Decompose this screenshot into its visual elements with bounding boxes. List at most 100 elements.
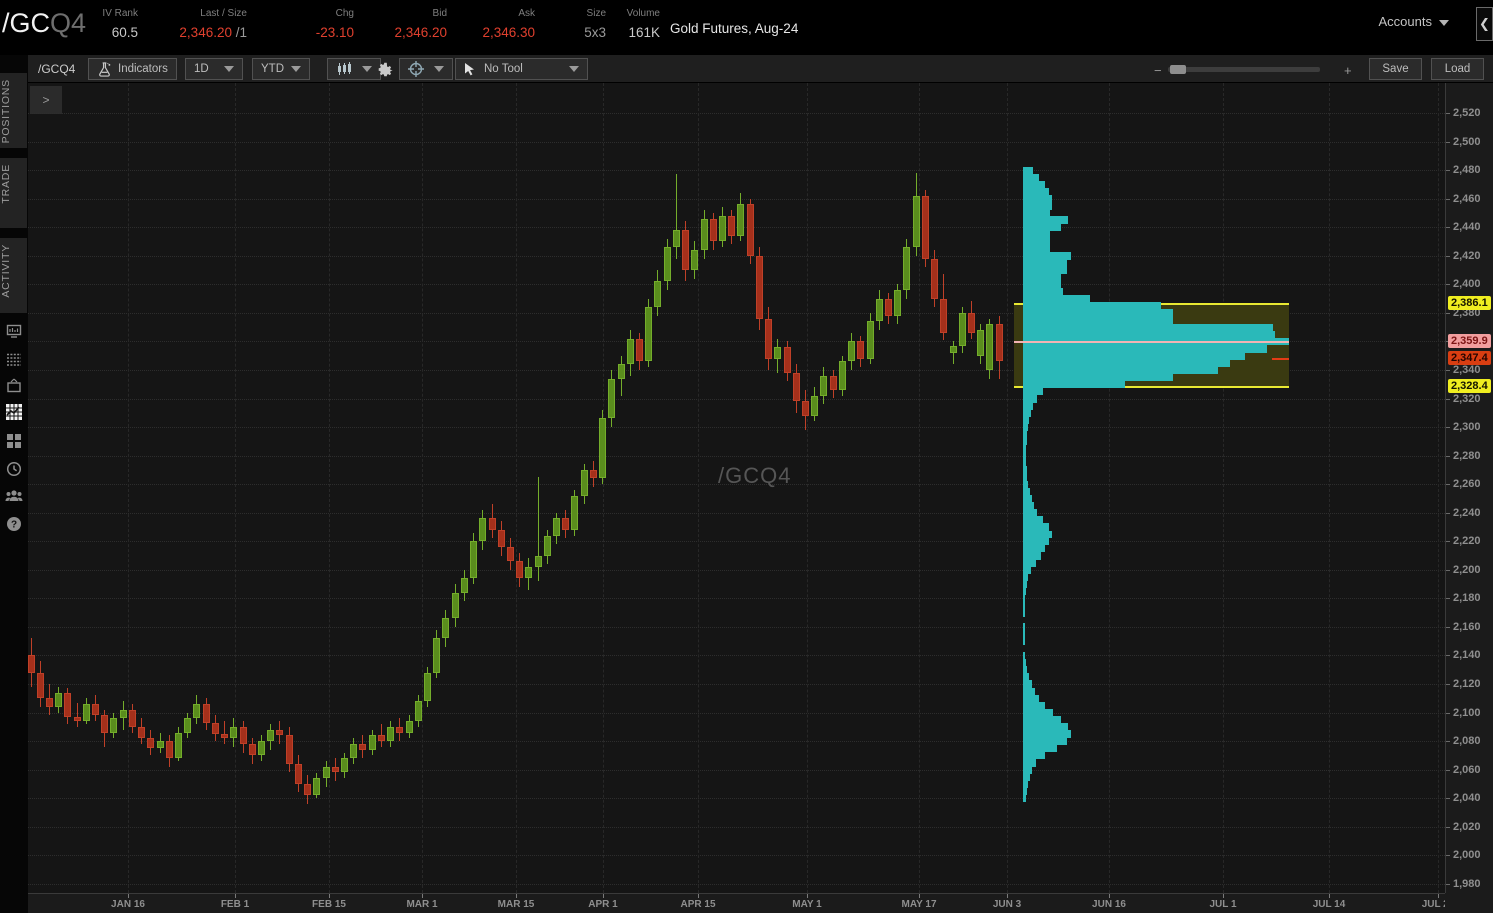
candle[interactable] (28, 655, 35, 673)
candle[interactable] (977, 329, 985, 356)
candle[interactable] (940, 298, 948, 333)
candle[interactable] (64, 692, 72, 717)
candle[interactable] (239, 726, 247, 744)
candle[interactable] (396, 726, 404, 733)
candle[interactable] (101, 715, 109, 733)
candle[interactable] (912, 195, 920, 248)
candle[interactable] (45, 698, 53, 707)
help-icon[interactable]: ? (0, 512, 28, 536)
candle[interactable] (175, 732, 183, 759)
candle[interactable] (258, 741, 265, 756)
candle[interactable] (903, 247, 911, 290)
candle[interactable] (820, 375, 828, 396)
candle[interactable] (82, 703, 90, 722)
candle[interactable] (838, 361, 846, 390)
candle[interactable] (414, 701, 422, 722)
candle[interactable] (774, 347, 782, 359)
candle[interactable] (92, 703, 100, 716)
candle[interactable] (423, 672, 431, 702)
zoom-slider-handle[interactable] (1170, 65, 1186, 74)
candle[interactable] (967, 312, 975, 333)
candle[interactable] (525, 566, 533, 579)
candle[interactable] (55, 692, 63, 707)
candle[interactable] (921, 195, 929, 259)
candle[interactable] (488, 518, 496, 530)
chart-settings-button[interactable] (373, 58, 398, 80)
candle[interactable] (719, 215, 726, 242)
candle[interactable] (958, 312, 966, 346)
candle[interactable] (636, 338, 644, 362)
candle[interactable] (801, 401, 809, 416)
candle[interactable] (304, 783, 312, 796)
candle[interactable] (543, 535, 551, 556)
candle[interactable] (580, 469, 588, 496)
load-button[interactable]: Load (1431, 58, 1484, 80)
community-icon[interactable] (0, 484, 28, 508)
candle[interactable] (221, 733, 229, 739)
tv-icon[interactable] (0, 374, 28, 398)
sidebar-expand-button[interactable]: > (30, 86, 62, 114)
candle[interactable] (184, 718, 192, 733)
sidebar-tab-positions[interactable]: POSITIONS (0, 73, 27, 148)
sidebar-tab-activity[interactable]: ACTIVITY (0, 238, 27, 313)
time-axis[interactable]: JAN 16 FEB 1 FEB 15 MAR 1 MAR 15 APR 1 APR 15 M… (28, 893, 1493, 913)
candle[interactable] (451, 592, 459, 619)
candle[interactable] (313, 778, 321, 796)
quote-board-icon[interactable] (0, 319, 28, 343)
candle[interactable] (534, 555, 542, 567)
candle[interactable] (202, 703, 210, 723)
candle[interactable] (267, 729, 275, 742)
candle[interactable] (497, 529, 505, 547)
candle[interactable] (110, 718, 118, 733)
candle[interactable] (691, 250, 699, 271)
candle[interactable] (322, 766, 330, 779)
candle[interactable] (193, 703, 201, 719)
candle[interactable] (866, 321, 874, 359)
candle[interactable] (626, 338, 634, 365)
candle[interactable] (682, 230, 690, 271)
candle[interactable] (294, 763, 302, 784)
candle[interactable] (765, 318, 773, 359)
candle[interactable] (470, 541, 478, 579)
candle[interactable] (700, 218, 708, 251)
candle[interactable] (875, 298, 883, 322)
candle[interactable] (571, 495, 579, 530)
candle[interactable] (986, 324, 994, 370)
candle[interactable] (995, 324, 1003, 362)
candle[interactable] (599, 418, 607, 479)
dashboard-icon[interactable] (0, 429, 28, 453)
candle[interactable] (506, 546, 514, 562)
candle[interactable] (230, 726, 238, 739)
candle[interactable] (562, 518, 570, 530)
candle[interactable] (442, 618, 450, 639)
timeframe-dropdown[interactable]: 1D (185, 58, 243, 80)
candle[interactable] (147, 738, 155, 749)
candle[interactable] (331, 766, 339, 773)
candle[interactable] (73, 716, 81, 722)
candle[interactable] (405, 721, 413, 733)
accounts-dropdown[interactable]: Accounts (1379, 14, 1449, 29)
candle[interactable] (949, 345, 957, 353)
candle[interactable] (737, 204, 745, 236)
candle[interactable] (285, 735, 293, 764)
range-dropdown[interactable]: YTD (252, 58, 310, 80)
history-clock-icon[interactable] (0, 457, 28, 481)
candle[interactable] (460, 578, 468, 593)
candle[interactable] (387, 726, 395, 742)
candle[interactable] (792, 372, 800, 402)
candle[interactable] (248, 743, 256, 756)
price-axis[interactable]: 2,520 2,500 2,480 2,460 2,440 2,420 2,400 2,380… (1445, 83, 1493, 893)
candle[interactable] (516, 561, 524, 579)
candle[interactable] (165, 741, 173, 759)
candle[interactable] (359, 743, 367, 750)
candle[interactable] (128, 709, 136, 727)
candle[interactable] (811, 395, 819, 416)
candle[interactable] (848, 341, 856, 362)
candle[interactable] (645, 307, 653, 362)
candle[interactable] (746, 204, 754, 256)
candle[interactable] (119, 709, 127, 719)
candle[interactable] (138, 726, 146, 739)
candle[interactable] (728, 215, 736, 236)
save-button[interactable]: Save (1369, 58, 1422, 80)
collapse-panel-button[interactable]: ❮ (1476, 7, 1493, 41)
